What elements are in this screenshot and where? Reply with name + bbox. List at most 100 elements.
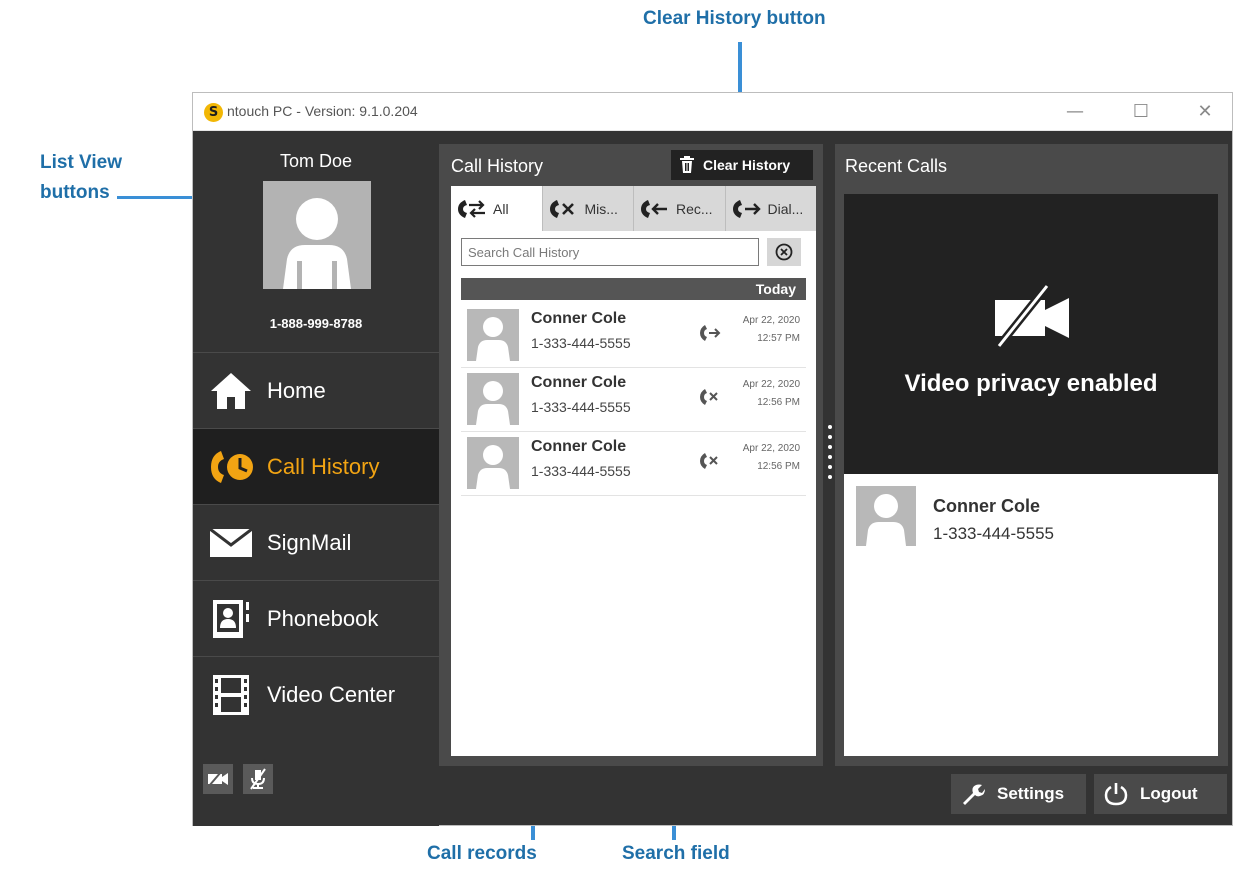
tab-label: Dial... [767, 200, 804, 217]
nav-item-home[interactable]: Home [193, 352, 439, 428]
call-history-content: All Mis... Rec... Dial... Search Call Hi… [451, 186, 816, 756]
call-history-panel: Call History Clear History All Mis... Re… [439, 144, 823, 766]
tab-dialed[interactable]: Dial... [726, 186, 817, 231]
call-datetime: Apr 22, 2020 12:56 PM [743, 440, 800, 476]
contact-phone: 1-333-444-5555 [933, 524, 1054, 543]
person-icon [866, 494, 906, 546]
microphone-off-icon [250, 768, 266, 790]
nav-item-phonebook[interactable]: Phonebook [193, 580, 439, 656]
search-clear-button[interactable] [767, 238, 801, 266]
all-calls-icon [457, 198, 487, 220]
search-row [461, 238, 806, 268]
person-icon [476, 381, 510, 425]
contact-phone: 1-333-444-5555 [531, 463, 631, 479]
video-off-icon [989, 283, 1075, 353]
call-record[interactable]: Conner Cole 1-333-444-5555 Apr 22, 2020 … [461, 304, 806, 368]
call-record[interactable]: Conner Cole 1-333-444-5555 Apr 22, 2020 … [461, 368, 806, 432]
close-button[interactable]: ✕ [1183, 98, 1227, 126]
missed-call-icon [699, 452, 721, 475]
tab-label: All [493, 200, 509, 217]
main-nav: Home Call History SignMail Phonebook Vid… [193, 352, 439, 732]
nav-item-label: Call History [267, 453, 380, 479]
recent-calls-panel: Recent Calls Video privacy enabled Conne… [835, 144, 1228, 766]
person-icon [283, 198, 351, 289]
nav-item-label: SignMail [267, 529, 352, 555]
missed-calls-icon [549, 198, 579, 220]
tab-missed[interactable]: Mis... [543, 186, 634, 231]
clear-history-label: Clear History [703, 157, 791, 173]
recent-calls-title: Recent Calls [845, 156, 948, 176]
contact-avatar [467, 437, 519, 489]
dialed-call-icon [699, 324, 721, 347]
search-input[interactable] [461, 238, 759, 266]
user-avatar[interactable] [263, 181, 371, 289]
home-icon [207, 367, 255, 415]
settings-label: Settings [997, 784, 1065, 803]
contact-avatar [856, 486, 916, 546]
person-icon [476, 445, 510, 489]
annotation-list-view-line2: buttons [40, 182, 110, 203]
contact-avatar [467, 373, 519, 425]
clear-circle-icon [775, 243, 793, 261]
missed-call-icon [699, 388, 721, 411]
video-off-icon [208, 771, 228, 787]
user-phone: 1-888-999-8788 [269, 316, 363, 331]
call-time: 12:57 PM [757, 333, 800, 344]
nav-item-signmail[interactable]: SignMail [193, 504, 439, 580]
tab-label: Mis... [584, 200, 618, 217]
mute-button[interactable] [243, 764, 273, 794]
trash-icon [680, 156, 694, 173]
video-privacy-status: Video privacy enabled [904, 370, 1158, 397]
contact-name: Conner Cole [531, 438, 627, 455]
date-group-header: Today [461, 278, 806, 300]
power-icon [1104, 783, 1128, 806]
call-record[interactable]: Conner Cole 1-333-444-5555 Apr 22, 2020 … [461, 432, 806, 496]
envelope-icon [207, 519, 255, 567]
logout-button[interactable]: Logout [1094, 774, 1227, 814]
phonebook-icon [207, 595, 255, 643]
app-window: S ntouch PC - Version: 9.1.0.204 — ☐ ✕ T… [192, 92, 1233, 826]
person-icon [476, 317, 510, 361]
nav-item-video-center[interactable]: Video Center [193, 656, 439, 732]
video-privacy-button[interactable] [203, 764, 233, 794]
minimize-button[interactable]: — [1053, 98, 1097, 126]
contact-name: Conner Cole [531, 374, 627, 391]
logout-label: Logout [1140, 784, 1198, 803]
annotation-call-records: Call records [427, 843, 537, 864]
window-title: ntouch PC - Version: 9.1.0.204 [227, 103, 418, 119]
call-datetime: Apr 22, 2020 12:57 PM [743, 312, 800, 348]
call-date: Apr 22, 2020 [742, 379, 800, 390]
call-history-icon [207, 443, 255, 491]
call-history-title: Call History [451, 156, 544, 176]
title-bar: S ntouch PC - Version: 9.1.0.204 — ☐ ✕ [193, 93, 1232, 131]
contact-name: Conner Cole [531, 310, 627, 327]
call-time: 12:56 PM [757, 397, 800, 408]
annotation-list-view: List View buttons [40, 148, 122, 208]
film-icon [207, 671, 255, 719]
settings-button[interactable]: Settings [951, 774, 1086, 814]
dialed-calls-icon [732, 198, 762, 220]
panel-splitter[interactable] [827, 425, 833, 485]
video-preview: Video privacy enabled [844, 194, 1218, 474]
annotation-clear-history: Clear History button [643, 8, 826, 29]
contact-phone: 1-333-444-5555 [531, 335, 631, 351]
contact-name: Conner Cole [933, 496, 1041, 516]
tab-all[interactable]: All [451, 186, 543, 231]
contact-phone: 1-333-444-5555 [531, 399, 631, 415]
recent-calls-list: Conner Cole 1-333-444-5555 [844, 474, 1218, 756]
user-name: Tom Doe [279, 151, 353, 171]
tab-label: Rec... [676, 200, 713, 217]
nav-item-label: Video Center [267, 681, 396, 707]
call-records-list: Conner Cole 1-333-444-5555 Apr 22, 2020 … [461, 304, 806, 496]
annotation-search-field: Search field [622, 843, 730, 864]
contact-avatar [467, 309, 519, 361]
nav-item-call-history[interactable]: Call History [193, 428, 439, 504]
call-datetime: Apr 22, 2020 12:56 PM [743, 376, 800, 412]
tab-received[interactable]: Rec... [634, 186, 726, 231]
call-date: Apr 22, 2020 [742, 443, 800, 454]
sidebar: Tom Doe 1-888-999-8788 Home Call History… [193, 131, 439, 826]
clear-history-button[interactable]: Clear History [671, 150, 813, 180]
nav-item-label: Home [267, 377, 326, 403]
wrench-icon [963, 784, 985, 805]
maximize-button[interactable]: ☐ [1119, 98, 1163, 126]
